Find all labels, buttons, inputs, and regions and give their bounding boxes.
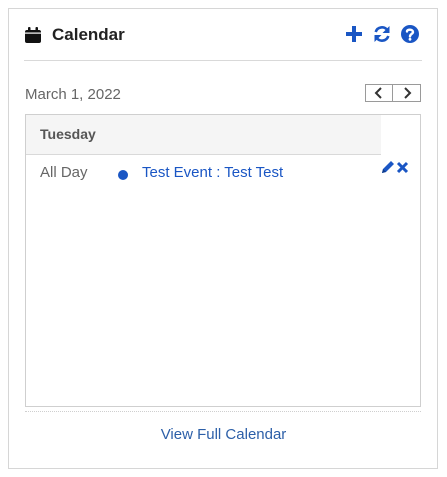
calendar-widget: Calendar March 1, 2022 Tuesday All Day T… <box>8 8 438 469</box>
event-color-dot <box>118 170 128 180</box>
next-day-button[interactable] <box>393 84 421 102</box>
header-actions <box>344 24 420 46</box>
day-panel: Tuesday All Day Test Event : Test Test <box>25 114 421 407</box>
current-date: March 1, 2022 <box>25 86 121 103</box>
event-row: All Day Test Event : Test Test <box>26 160 420 185</box>
view-full-calendar-link[interactable]: View Full Calendar <box>9 426 438 443</box>
day-name: Tuesday <box>40 126 96 142</box>
plus-icon[interactable] <box>344 24 364 44</box>
widget-header: Calendar <box>24 24 422 61</box>
pencil-icon[interactable] <box>380 159 396 175</box>
event-title-link[interactable]: Test Event : Test Test <box>142 164 283 181</box>
date-nav-buttons <box>365 84 421 102</box>
calendar-icon <box>25 27 41 43</box>
chevron-left-icon <box>374 87 382 99</box>
help-icon[interactable] <box>400 24 420 44</box>
day-header: Tuesday <box>26 115 381 155</box>
event-time: All Day <box>40 164 88 181</box>
refresh-icon[interactable] <box>372 24 392 44</box>
date-navigation: March 1, 2022 <box>25 84 421 106</box>
footer-divider <box>25 411 421 412</box>
chevron-right-icon <box>403 87 411 99</box>
prev-day-button[interactable] <box>365 84 393 102</box>
widget-title: Calendar <box>52 25 125 44</box>
close-icon[interactable] <box>396 160 409 174</box>
